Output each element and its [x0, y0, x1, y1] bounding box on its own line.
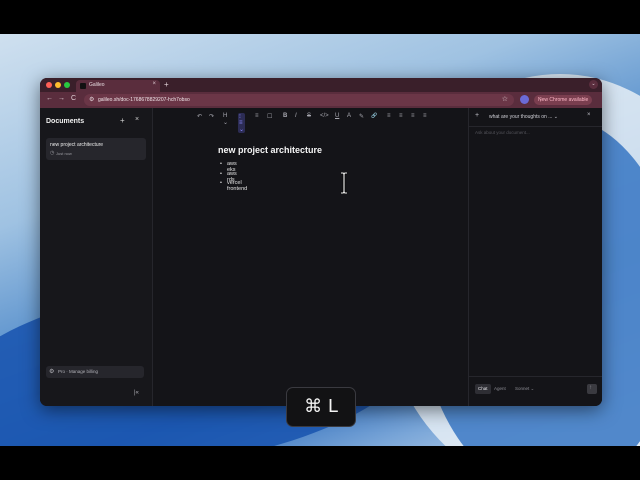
underline-icon[interactable]: U [335, 113, 339, 119]
document-editor[interactable]: ↶ ↷ H ⌄ ⁝≡ ⌄ ≡ ☐ B I S </> U A ✎ 🔗 ≡ ≡ ≡… [153, 108, 467, 406]
close-sidebar-button[interactable]: × [135, 116, 139, 123]
close-chat-button[interactable]: × [587, 112, 591, 118]
extension-icon[interactable] [520, 95, 529, 104]
text-color-icon[interactable]: A [347, 113, 351, 119]
align-center-icon[interactable]: ≡ [399, 113, 403, 119]
document-list-item[interactable]: new project architecture ◷ Just now [46, 138, 146, 160]
document-heading[interactable]: new project architecture [218, 145, 322, 155]
list-dropdown[interactable]: ⁝≡ ⌄ [238, 113, 246, 133]
tab-search-button[interactable]: ⌄ [589, 80, 598, 89]
tab-close-icon[interactable]: × [152, 81, 156, 87]
send-icon: ↑ [589, 385, 592, 391]
new-tab-button[interactable]: + [164, 80, 169, 89]
tab-title: Galileo [89, 82, 105, 88]
shortcut-label: ⌘ L [304, 396, 338, 417]
align-justify-icon[interactable]: ≡ [423, 113, 427, 119]
new-chat-button[interactable]: + [475, 112, 479, 119]
document-time: Just now [56, 151, 72, 156]
divider [469, 376, 602, 377]
undo-icon[interactable]: ↶ [197, 113, 202, 120]
bold-icon[interactable]: B [283, 113, 287, 119]
back-button[interactable]: ← [46, 95, 53, 102]
strikethrough-icon[interactable]: S [307, 113, 311, 119]
galileo-favicon-icon [80, 83, 86, 89]
clock-icon: ◷ [50, 150, 55, 156]
new-document-button[interactable]: + [120, 116, 125, 125]
redo-icon[interactable]: ↷ [209, 113, 214, 120]
site-info-icon[interactable]: ⚙ [89, 96, 94, 103]
block-icon[interactable]: ☐ [267, 113, 272, 120]
chat-mode-button[interactable]: Chat [475, 384, 491, 394]
link-icon[interactable]: 🔗 [371, 113, 377, 119]
keyboard-shortcut-overlay: ⌘ L [286, 387, 356, 427]
code-icon[interactable]: </> [320, 113, 329, 119]
browser-menu-icon[interactable]: ⋮ [538, 97, 589, 103]
chat-input[interactable]: Ask about your document... [475, 130, 530, 135]
model-selector[interactable]: Sonnet ⌄ [515, 386, 534, 392]
send-button[interactable]: ↑ [587, 384, 597, 394]
checklist-icon[interactable]: ≡ [255, 113, 259, 119]
update-chrome-button[interactable]: New Chrome available ⋮ [534, 95, 592, 105]
tab-bar: Galileo × + ⌄ [40, 78, 602, 92]
bookmark-star-icon[interactable]: ☆ [502, 95, 508, 103]
italic-icon[interactable]: I [295, 113, 297, 119]
tab-galileo[interactable]: Galileo × [76, 80, 160, 92]
chat-mode-label: Chat [478, 386, 488, 391]
sidebar-title: Documents [46, 118, 85, 125]
document-title: new project architecture [50, 142, 104, 148]
divider [469, 126, 602, 127]
address-bar[interactable]: ⚙ galileo.sh/doc-1768678829207-hch7obso … [84, 94, 514, 106]
toolbar-row: ← → C ⚙ galileo.sh/doc-1768678829207-hch… [40, 92, 602, 108]
maximize-window-button[interactable] [64, 82, 70, 88]
forward-button[interactable]: → [58, 95, 65, 102]
url-text[interactable]: galileo.sh/doc-1768678829207-hch7obso [98, 97, 190, 103]
heading-dropdown[interactable]: H ⌄ [223, 113, 228, 126]
close-window-button[interactable] [46, 82, 52, 88]
collapse-sidebar-icon[interactable]: |« [134, 390, 139, 396]
highlight-icon[interactable]: ✎ [359, 113, 364, 120]
minimize-window-button[interactable] [55, 82, 61, 88]
chat-panel: + what are your thoughts on ... ⌄ × Ask … [468, 108, 602, 406]
agent-mode-button[interactable]: Agent [494, 386, 506, 391]
list-item-text: vercel frontend [227, 180, 248, 192]
settings-icon: ⚙ [49, 369, 55, 375]
billing-label: Pro · Manage billing [58, 369, 99, 374]
text-cursor-icon [341, 172, 347, 194]
align-left-icon[interactable]: ≡ [387, 113, 391, 119]
align-right-icon[interactable]: ≡ [411, 113, 415, 119]
chat-thread-selector[interactable]: what are your thoughts on ... ⌄ [489, 114, 558, 120]
documents-sidebar: Documents + × new project architecture ◷… [40, 108, 153, 406]
reload-button[interactable]: C [71, 95, 76, 102]
browser-window: Galileo × + ⌄ ← → C ⚙ galileo.sh/doc-176… [40, 78, 602, 406]
billing-button[interactable]: ⚙ Pro · Manage billing [46, 366, 144, 378]
